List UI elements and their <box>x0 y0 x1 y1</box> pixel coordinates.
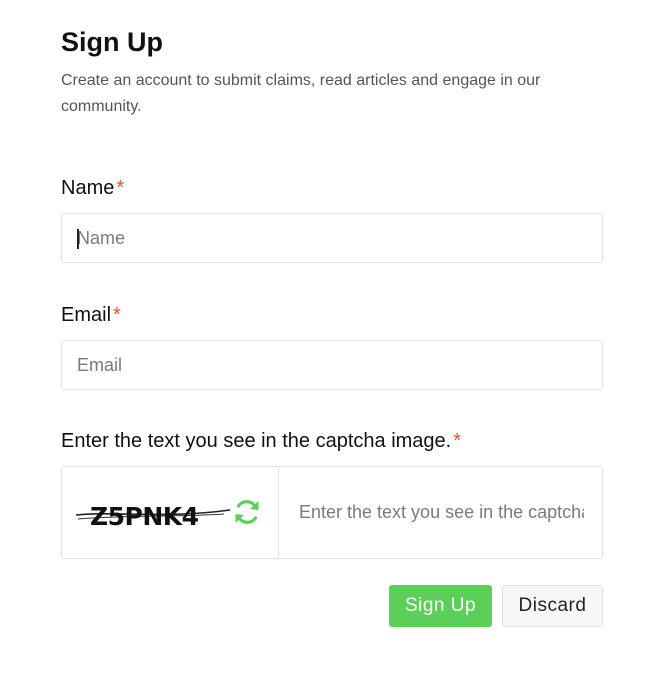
email-label-text: Email <box>61 304 112 326</box>
email-input[interactable] <box>61 340 603 390</box>
captcha-input[interactable] <box>284 487 584 537</box>
name-label: Name * <box>61 177 124 200</box>
sign-up-button[interactable]: Sign Up <box>389 585 492 627</box>
captcha-image: Z5PNK4 <box>75 502 231 531</box>
page-subtitle: Create an account to submit claims, read… <box>61 72 541 115</box>
required-marker: * <box>453 430 462 452</box>
captcha-text: Z5PNK4 <box>90 502 199 531</box>
captcha-label: Enter the text you see in the captcha im… <box>61 430 461 453</box>
refresh-icon[interactable] <box>232 497 262 527</box>
required-marker: * <box>116 177 125 199</box>
captcha-image-cell: Z5PNK4 <box>62 467 279 558</box>
text-caret <box>77 229 79 249</box>
page-title: Sign Up <box>61 27 163 57</box>
captcha-label-text: Enter the text you see in the captcha im… <box>61 430 452 452</box>
name-input[interactable] <box>61 213 603 263</box>
email-label: Email * <box>61 304 121 327</box>
discard-button[interactable]: Discard <box>502 585 603 627</box>
name-label-text: Name <box>61 177 115 199</box>
required-marker: * <box>113 304 121 326</box>
name-field-wrapper <box>61 213 603 263</box>
captcha-box: Z5PNK4 <box>61 466 603 559</box>
